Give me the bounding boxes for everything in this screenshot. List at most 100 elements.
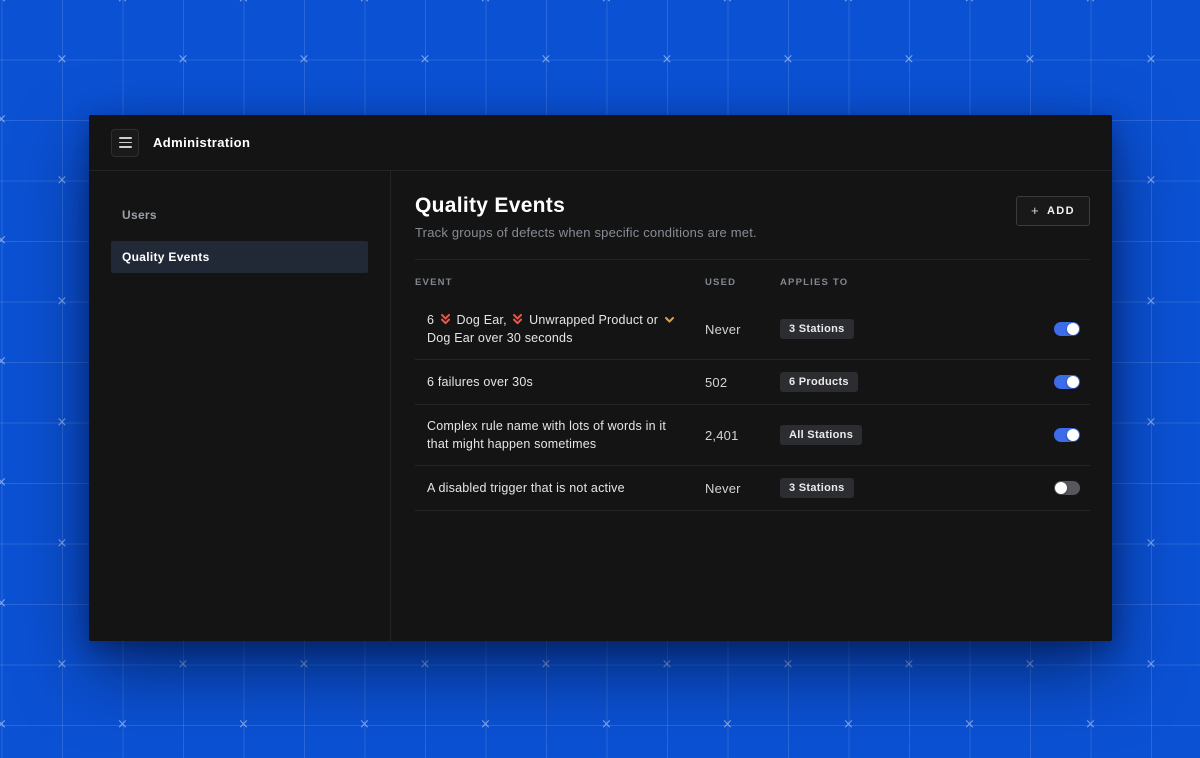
table-row[interactable]: A disabled trigger that is not activeNev…	[415, 466, 1090, 511]
x-mark-decoration: ×	[358, 0, 372, 9]
column-header-event: EVENT	[415, 277, 705, 288]
x-mark-decoration: ×	[55, 534, 69, 554]
enabled-toggle[interactable]	[1054, 481, 1080, 495]
x-mark-decoration: ×	[721, 715, 735, 735]
applies-to-cell: 3 Stations	[780, 319, 1026, 339]
x-mark-decoration: ×	[0, 352, 9, 372]
enabled-toggle[interactable]	[1054, 428, 1080, 442]
table-row[interactable]: Complex rule name with lots of words in …	[415, 405, 1090, 466]
x-mark-decoration: ×	[1144, 171, 1158, 191]
x-mark-decoration: ×	[781, 50, 795, 70]
event-name: 6 Dog Ear, Unwrapped Product or Dog Ear …	[415, 311, 705, 347]
add-button-label: ADD	[1047, 205, 1075, 217]
x-mark-decoration: ×	[0, 473, 9, 493]
add-button[interactable]: + ADD	[1016, 196, 1090, 226]
x-mark-decoration: ×	[418, 655, 432, 675]
x-mark-decoration: ×	[1144, 50, 1158, 70]
used-value: 502	[705, 375, 780, 390]
x-mark-decoration: ×	[418, 50, 432, 70]
double-chevron-down-icon	[512, 313, 523, 325]
enabled-toggle[interactable]	[1054, 375, 1080, 389]
x-mark-decoration: ×	[55, 413, 69, 433]
x-mark-decoration: ×	[660, 655, 674, 675]
x-mark-decoration: ×	[479, 0, 493, 9]
x-mark-decoration: ×	[842, 715, 856, 735]
x-mark-decoration: ×	[1144, 292, 1158, 312]
x-mark-decoration: ×	[721, 0, 735, 9]
sidebar-item-quality-events[interactable]: Quality Events	[111, 241, 368, 273]
x-mark-decoration: ×	[1144, 534, 1158, 554]
hamburger-icon	[119, 137, 132, 148]
x-mark-decoration: ×	[539, 50, 553, 70]
app-title: Administration	[153, 135, 250, 150]
applies-to-cell: All Stations	[780, 425, 1026, 445]
used-value: Never	[705, 322, 780, 337]
table-row[interactable]: 6 Dog Ear, Unwrapped Product or Dog Ear …	[415, 299, 1090, 360]
applies-to-badge: 3 Stations	[780, 319, 854, 339]
x-mark-decoration: ×	[660, 50, 674, 70]
x-mark-decoration: ×	[176, 50, 190, 70]
page-title: Quality Events	[415, 194, 757, 218]
x-mark-decoration: ×	[842, 0, 856, 9]
toggle-cell	[1054, 322, 1090, 336]
x-mark-decoration: ×	[55, 50, 69, 70]
x-mark-decoration: ×	[600, 0, 614, 9]
toggle-knob	[1067, 376, 1079, 388]
used-value: Never	[705, 481, 780, 496]
table-header: EVENT USED APPLIES TO	[415, 260, 1090, 299]
desktop-background: × × × × × × × × × × × × × × × × × × × × × × × × × × × × × × × × × × × × × × × ×…	[0, 0, 1200, 758]
x-mark-decoration: ×	[116, 0, 130, 9]
x-mark-decoration: ×	[0, 231, 9, 251]
x-mark-decoration: ×	[963, 715, 977, 735]
table-row[interactable]: 6 failures over 30s5026 Products	[415, 360, 1090, 405]
page-subtitle: Track groups of defects when specific co…	[415, 225, 757, 240]
applies-to-cell: 3 Stations	[780, 478, 1026, 498]
used-value: 2,401	[705, 428, 780, 443]
event-name: Complex rule name with lots of words in …	[415, 417, 705, 453]
topbar: Administration	[89, 115, 1112, 171]
page-header: Quality Events Track groups of defects w…	[415, 194, 1090, 240]
x-mark-decoration: ×	[1084, 0, 1098, 9]
x-mark-decoration: ×	[237, 715, 251, 735]
x-mark-decoration: ×	[1084, 715, 1098, 735]
toggle-knob	[1067, 429, 1079, 441]
x-mark-decoration: ×	[539, 655, 553, 675]
enabled-toggle[interactable]	[1054, 322, 1080, 336]
x-mark-decoration: ×	[237, 0, 251, 9]
x-mark-decoration: ×	[1144, 655, 1158, 675]
column-header-used: USED	[705, 277, 780, 288]
x-mark-decoration: ×	[0, 715, 9, 735]
x-mark-decoration: ×	[963, 0, 977, 9]
applies-to-cell: 6 Products	[780, 372, 1026, 392]
x-mark-decoration: ×	[600, 715, 614, 735]
x-mark-decoration: ×	[0, 110, 9, 130]
x-mark-decoration: ×	[0, 594, 9, 614]
applies-to-badge: 6 Products	[780, 372, 858, 392]
applies-to-badge: All Stations	[780, 425, 862, 445]
menu-button[interactable]	[111, 129, 139, 157]
x-mark-decoration: ×	[1023, 50, 1037, 70]
administration-window: Administration Users Quality Events Qual…	[89, 115, 1112, 641]
event-name: A disabled trigger that is not active	[415, 479, 705, 497]
plus-icon: +	[1031, 206, 1040, 216]
x-mark-decoration: ×	[1144, 413, 1158, 433]
chevron-down-icon	[664, 316, 675, 325]
toggle-cell	[1054, 481, 1090, 495]
x-mark-decoration: ×	[902, 655, 916, 675]
x-mark-decoration: ×	[116, 715, 130, 735]
x-mark-decoration: ×	[358, 715, 372, 735]
double-chevron-down-icon	[440, 313, 451, 325]
x-mark-decoration: ×	[55, 292, 69, 312]
x-mark-decoration: ×	[1023, 655, 1037, 675]
toggle-knob	[1067, 323, 1079, 335]
toggle-cell	[1054, 428, 1090, 442]
x-mark-decoration: ×	[0, 0, 9, 9]
x-mark-decoration: ×	[781, 655, 795, 675]
main-panel: Quality Events Track groups of defects w…	[391, 171, 1112, 641]
x-mark-decoration: ×	[55, 655, 69, 675]
toggle-cell	[1054, 375, 1090, 389]
x-mark-decoration: ×	[55, 171, 69, 191]
x-mark-decoration: ×	[902, 50, 916, 70]
applies-to-badge: 3 Stations	[780, 478, 854, 498]
sidebar-item-users[interactable]: Users	[111, 199, 368, 231]
